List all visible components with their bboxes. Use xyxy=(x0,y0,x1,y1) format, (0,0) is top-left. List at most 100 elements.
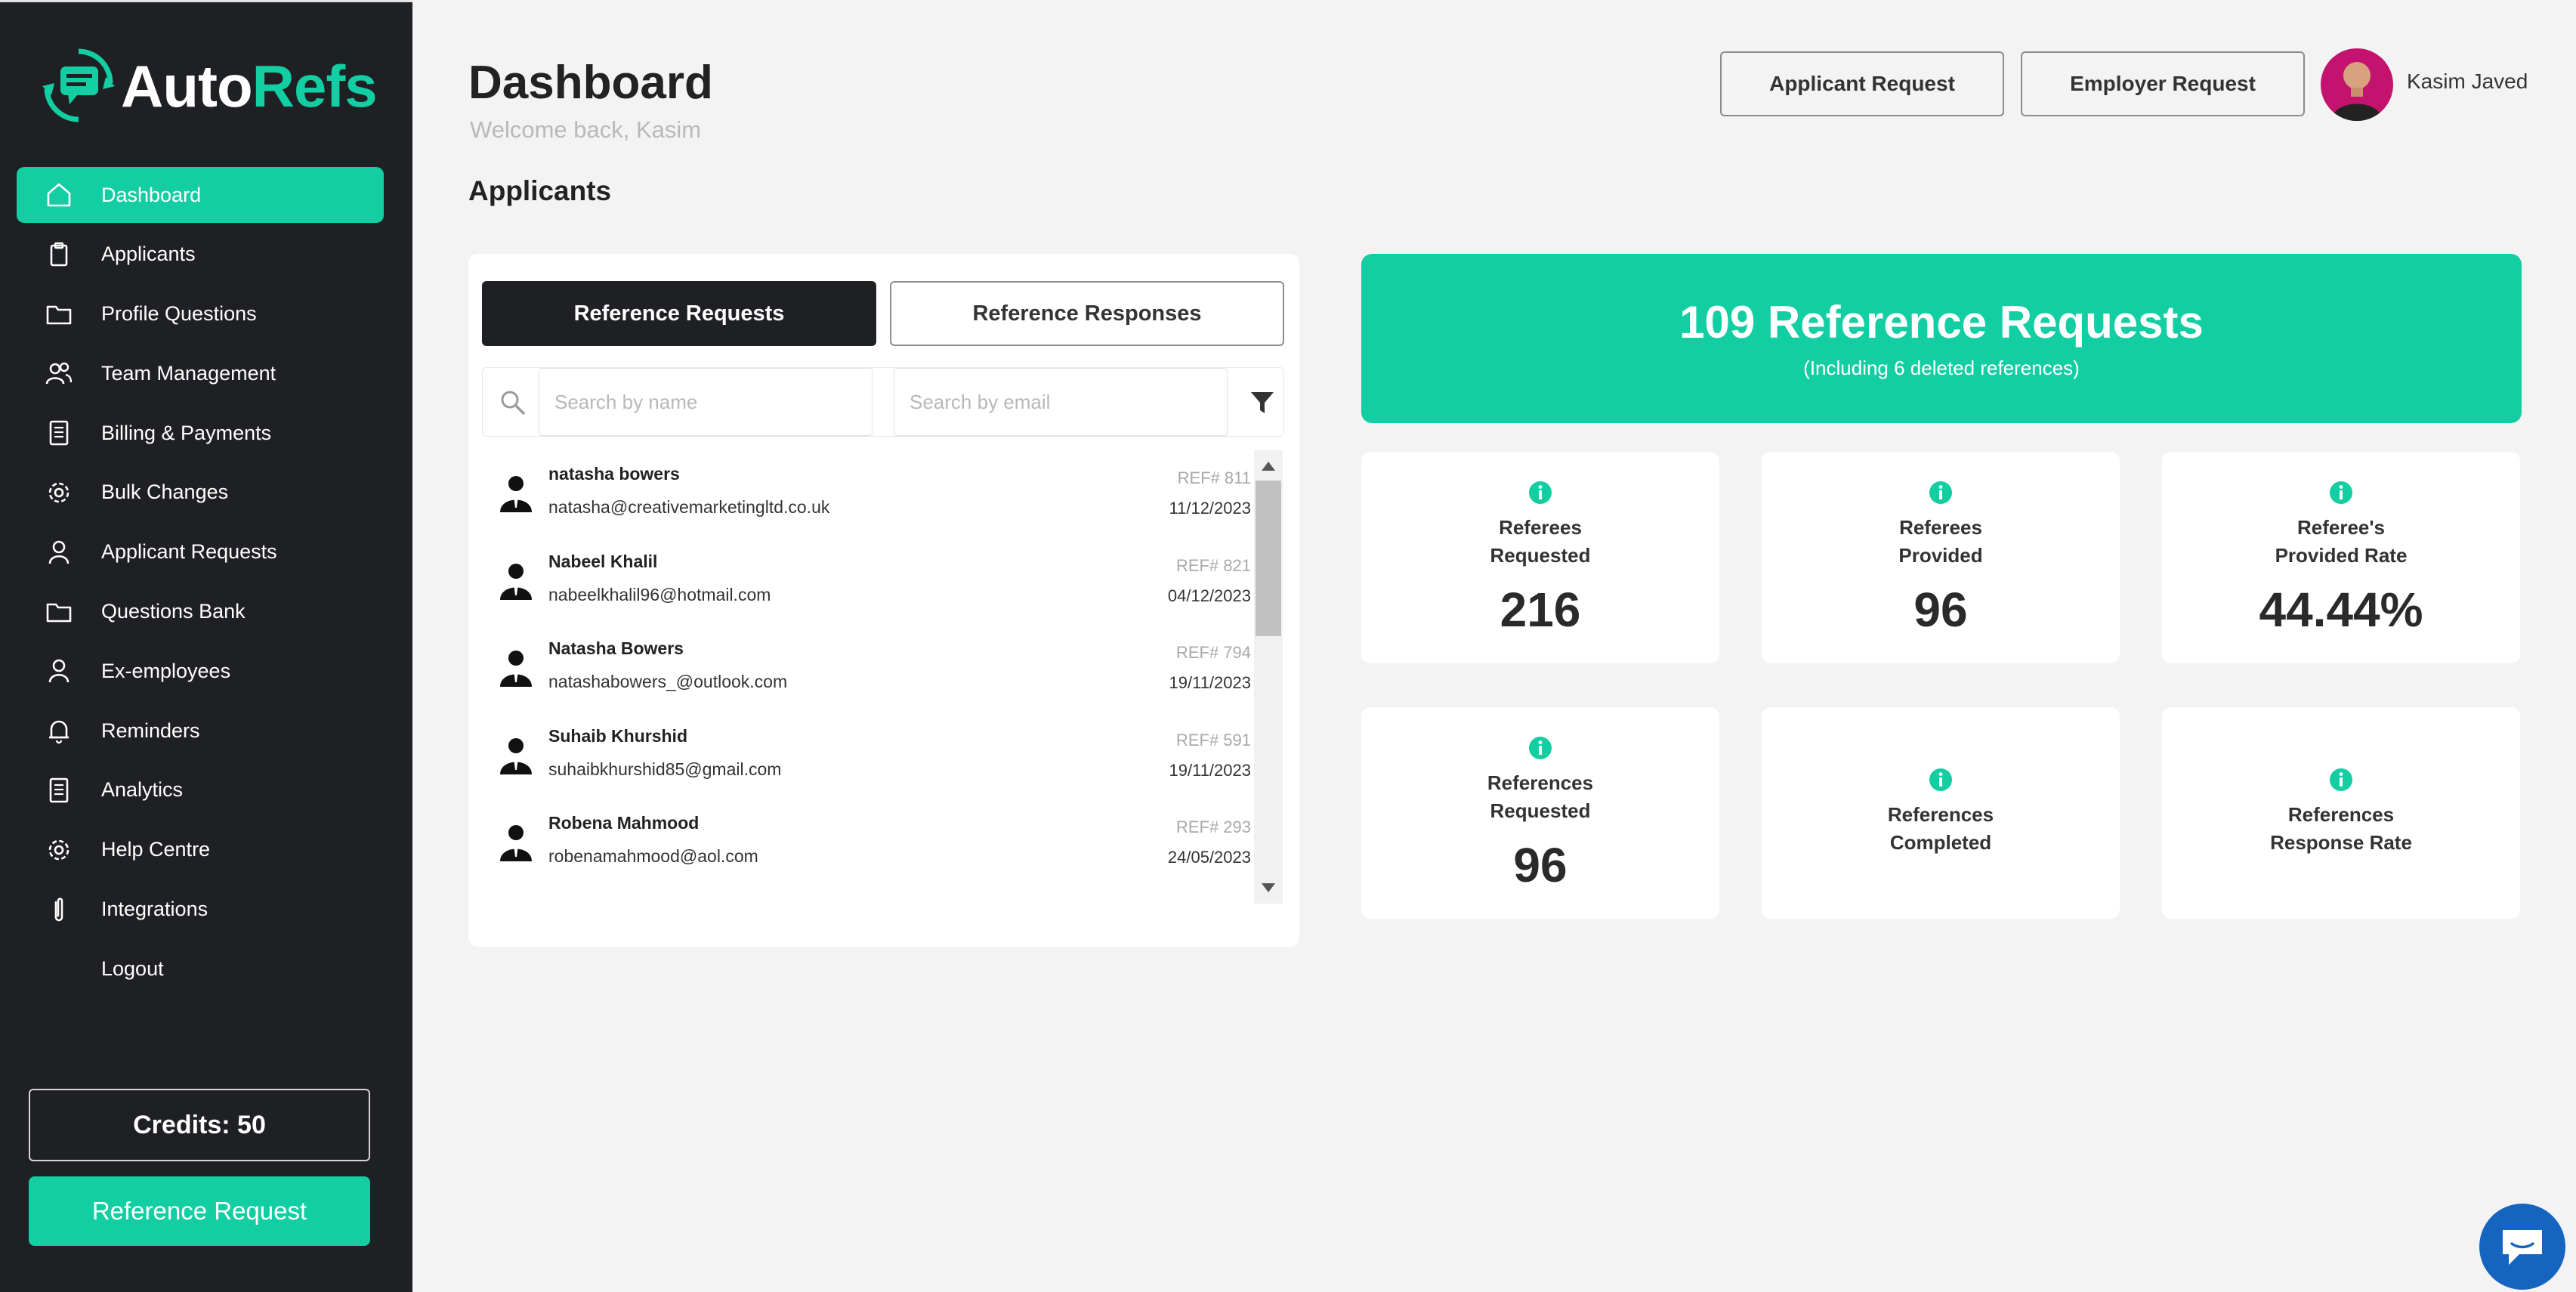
page-title: Dashboard xyxy=(468,57,713,109)
stat-label-line2: Provided xyxy=(1898,544,1983,567)
applicant-email: nabeelkhalil96@hotmail.com xyxy=(548,584,771,604)
request-date: 11/12/2023 xyxy=(1169,499,1251,518)
user-avatar-icon xyxy=(2331,62,2383,121)
paperclip-icon xyxy=(54,897,63,921)
stat-card-referees-requested: Referees Requested 216 xyxy=(1361,452,1719,663)
list-scrollbar[interactable] xyxy=(1254,450,1283,904)
chat-bubble-icon xyxy=(2503,1230,2542,1265)
list-item[interactable]: Natasha Bowers natashabowers_@outlook.co… xyxy=(482,625,1268,712)
info-icon[interactable] xyxy=(1528,736,1552,760)
applicant-name: Robena Mahmood xyxy=(548,813,700,833)
sidebar-item-ex-employees[interactable]: Ex-employees xyxy=(17,643,384,699)
stat-label-line1: References xyxy=(1887,803,1994,826)
tab-reference-requests[interactable]: Reference Requests xyxy=(482,281,876,346)
sidebar-item-label: Applicants xyxy=(101,243,196,266)
info-icon[interactable] xyxy=(2329,481,2353,505)
info-icon[interactable] xyxy=(1528,481,1552,505)
brand-name-part1: Auto xyxy=(121,52,253,119)
person-icon xyxy=(500,825,532,861)
chat-refresh-logo-icon xyxy=(42,48,115,122)
request-date: 04/12/2023 xyxy=(1167,586,1251,605)
sidebar-item-help-centre[interactable]: Help Centre xyxy=(17,822,384,878)
sidebar-item-label: Applicant Requests xyxy=(101,540,277,564)
banner-subtitle: (Including 6 deleted references) xyxy=(1803,357,2080,379)
sidebar-item-label: Team Management xyxy=(101,361,276,385)
search-bar xyxy=(482,367,1284,437)
gear-icon xyxy=(48,482,69,503)
credits-display: Credits: 50 xyxy=(29,1089,370,1161)
sidebar-item-bulk-changes[interactable]: Bulk Changes xyxy=(17,465,384,521)
scroll-up-arrow-icon[interactable] xyxy=(1261,461,1276,471)
sidebar-item-analytics[interactable]: Analytics xyxy=(17,762,384,818)
filter-icon[interactable] xyxy=(1249,388,1276,418)
scrollbar-thumb[interactable] xyxy=(1256,481,1281,636)
person-icon xyxy=(500,563,532,600)
stat-card-referees-provided-rate: Referee's Provided Rate 44.44% xyxy=(2162,452,2520,663)
chat-button[interactable] xyxy=(2479,1204,2565,1290)
sidebar-item-questions-bank[interactable]: Questions Bank xyxy=(17,584,384,640)
sidebar-item-applicants[interactable]: Applicants xyxy=(17,227,384,283)
list-item[interactable]: Robena Mahmood robenamahmood@aol.com REF… xyxy=(482,799,1268,887)
brand-name: AutoRefs xyxy=(121,52,378,121)
reference-request-button[interactable]: Reference Request xyxy=(29,1176,370,1246)
info-icon[interactable] xyxy=(1929,768,1953,792)
folder-icon xyxy=(46,603,72,622)
applicant-email: natasha@creativemarketingltd.co.uk xyxy=(548,497,830,517)
users-icon xyxy=(45,363,73,385)
list-item[interactable]: natasha bowers natasha@creativemarketing… xyxy=(482,450,1268,538)
applicant-email: suhaibkhurshid85@gmail.com xyxy=(548,759,782,779)
reference-requests-banner: 109 Reference Requests (Including 6 dele… xyxy=(1361,254,2522,423)
stat-label-line2: Completed xyxy=(1889,831,1992,854)
list-item[interactable]: Nabeel Khalil nabeelkhalil96@hotmail.com… xyxy=(482,538,1268,626)
scroll-down-arrow-icon[interactable] xyxy=(1261,882,1276,893)
sidebar-item-label: Help Centre xyxy=(101,838,211,861)
sidebar-item-label: Profile Questions xyxy=(101,302,257,326)
person-icon xyxy=(500,651,532,687)
sidebar-item-logout[interactable]: Logout xyxy=(17,941,384,997)
applicant-list: natasha bowers natasha@creativemarketing… xyxy=(482,450,1268,904)
sidebar-item-label: Logout xyxy=(101,957,164,980)
sidebar-nav: Dashboard Applicants Profile Questions T… xyxy=(17,167,384,1000)
stat-value: 96 xyxy=(1913,583,1968,637)
sidebar-item-billing-payments[interactable]: Billing & Payments xyxy=(17,405,384,461)
welcome-message: Welcome back, Kasim xyxy=(470,116,702,143)
sidebar-item-team-management[interactable]: Team Management xyxy=(17,345,384,401)
stat-label-line1: Referees xyxy=(1499,516,1582,539)
stat-card-referees-provided: Referees Provided 96 xyxy=(1762,452,2120,663)
reference-number: REF# 591 xyxy=(1175,730,1251,750)
avatar[interactable] xyxy=(2321,48,2393,121)
request-date: 19/11/2023 xyxy=(1169,760,1251,780)
list-item[interactable]: Suhaib Khurshid suhaibkhurshid85@gmail.c… xyxy=(482,712,1268,800)
sidebar-item-label: Billing & Payments xyxy=(101,421,272,444)
request-date: 24/05/2023 xyxy=(1167,848,1251,867)
sidebar-item-dashboard[interactable]: Dashboard xyxy=(17,167,384,223)
bell-icon xyxy=(49,720,69,744)
section-title: Applicants xyxy=(468,175,612,206)
employer-request-button[interactable]: Employer Request xyxy=(2021,51,2305,116)
brand-logo[interactable]: AutoRefs xyxy=(42,45,378,128)
home-icon xyxy=(47,183,71,207)
stat-value: 44.44% xyxy=(2259,583,2423,637)
info-icon[interactable] xyxy=(1929,481,1953,505)
applicant-name: natasha bowers xyxy=(548,464,680,484)
search-name-input[interactable] xyxy=(539,368,873,436)
sidebar-item-label: Analytics xyxy=(101,778,184,802)
info-icon[interactable] xyxy=(2329,768,2353,792)
sidebar-item-reminders[interactable]: Reminders xyxy=(17,703,384,759)
user-name[interactable]: Kasim Javed xyxy=(2407,70,2528,94)
stat-label-line1: Referee's xyxy=(2296,516,2386,539)
sidebar-item-applicant-requests[interactable]: Applicant Requests xyxy=(17,524,384,580)
applicant-request-button[interactable]: Applicant Request xyxy=(1720,51,2004,116)
stat-card-references-response-rate: References Response Rate xyxy=(2162,707,2520,919)
brand-name-part2: Refs xyxy=(252,52,378,119)
search-email-input[interactable] xyxy=(894,368,1228,436)
sidebar-item-label: Dashboard xyxy=(101,183,202,206)
stat-label-line1: References xyxy=(1487,771,1594,794)
tab-reference-responses[interactable]: Reference Responses xyxy=(890,281,1284,346)
document-icon xyxy=(49,420,69,446)
stat-card-references-completed: References Completed xyxy=(1762,707,2120,919)
sidebar: AutoRefs Dashboard Applicants Profile Qu… xyxy=(0,0,412,1292)
sidebar-item-integrations[interactable]: Integrations xyxy=(17,882,384,938)
stat-label-line2: Response Rate xyxy=(2270,831,2412,854)
sidebar-item-profile-questions[interactable]: Profile Questions xyxy=(17,286,384,342)
